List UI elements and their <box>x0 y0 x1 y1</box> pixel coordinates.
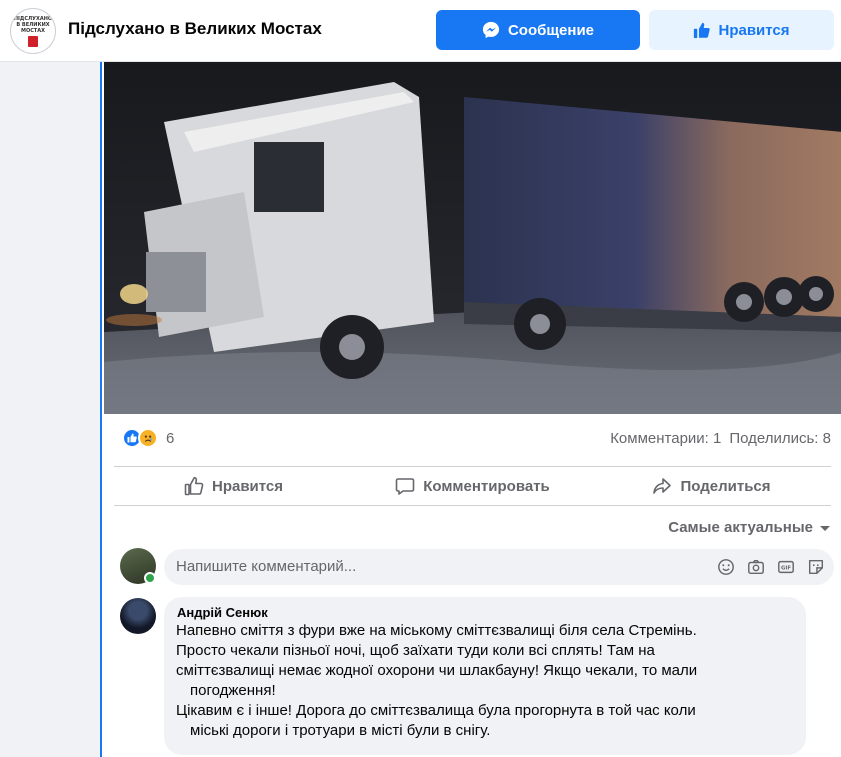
messenger-icon <box>482 21 500 39</box>
comment-line: погодження! <box>190 682 276 699</box>
comment-line: Цікавим є і інше! Дорога до сміттєзвалищ… <box>176 702 696 719</box>
caret-down-icon <box>820 525 830 531</box>
message-button-label: Сообщение <box>507 21 595 39</box>
post-card: 6 Комментарии: 1 Поделились: 8 Нравится … <box>100 62 841 757</box>
shares-count[interactable]: Поделились: 8 <box>729 430 831 447</box>
comment-button[interactable]: Комментировать <box>353 467 592 505</box>
comment-input[interactable] <box>176 549 676 585</box>
page-avatar[interactable]: ПІДСЛУХАНО В ВЕЛИКИХ МОСТАХ <box>10 8 56 54</box>
sticker-icon[interactable] <box>806 557 826 577</box>
thumbs-up-icon <box>694 22 711 38</box>
composer-tools: GIF <box>716 557 826 577</box>
comment-icon <box>395 478 415 495</box>
post-actions: Нравится Комментировать Поделиться <box>114 466 831 506</box>
message-button[interactable]: Сообщение <box>436 10 640 50</box>
sad-reaction-icon <box>138 428 158 448</box>
svg-text:GIF: GIF <box>781 566 791 572</box>
share-button[interactable]: Поделиться <box>592 467 831 505</box>
share-icon <box>653 478 672 494</box>
gif-icon[interactable]: GIF <box>776 557 796 577</box>
comment-text: Напевно сміття з фури вже на міському см… <box>176 621 794 741</box>
like-page-button[interactable]: Нравится <box>649 10 834 50</box>
page-header: ПІДСЛУХАНО В ВЕЛИКИХ МОСТАХ Підслухано в В… <box>0 0 841 62</box>
comment-line: міські дороги і тротуари в місті були в … <box>190 722 491 739</box>
reactions-summary[interactable]: 6 <box>122 428 174 448</box>
share-button-label: Поделиться <box>680 477 771 495</box>
post-photo[interactable] <box>104 62 841 414</box>
comment-button-label: Комментировать <box>423 477 550 495</box>
comment-line: сміттєзвалищі немає жодної охорони чи шл… <box>176 662 698 679</box>
post-stats: Комментарии: 1 Поделились: 8 <box>610 430 831 447</box>
page-logo: ПІДСЛУХАНО В ВЕЛИКИХ МОСТАХ <box>13 15 53 34</box>
commenter-avatar[interactable] <box>120 598 156 634</box>
page-logo-mark <box>28 35 38 47</box>
comment-bubble: Андрій Сенюк Напевно сміття з фури вже н… <box>164 597 806 755</box>
like-page-button-label: Нравится <box>718 21 790 39</box>
online-status-dot <box>144 572 156 584</box>
comment-line: Просто чекали пізньої ночі, щоб заїхати … <box>176 642 655 659</box>
comments-sort-dropdown[interactable]: Самые актуальные <box>668 519 831 536</box>
like-button-label: Нравится <box>211 477 284 495</box>
comments-count[interactable]: Комментарии: 1 <box>610 430 721 447</box>
thumbs-up-icon <box>184 476 204 496</box>
comments-sort-label: Самые актуальные <box>668 519 813 536</box>
like-button[interactable]: Нравится <box>114 467 353 505</box>
comment-line: Напевно сміття з фури вже на міському см… <box>176 622 697 639</box>
emoji-icon[interactable] <box>716 557 736 577</box>
reaction-count: 6 <box>166 429 175 447</box>
comment-composer: GIF <box>164 549 834 585</box>
comment-author[interactable]: Андрій Сенюк <box>177 605 794 620</box>
page-title[interactable]: Підслухано в Великих Мостах <box>68 19 322 39</box>
camera-icon[interactable] <box>746 557 766 577</box>
